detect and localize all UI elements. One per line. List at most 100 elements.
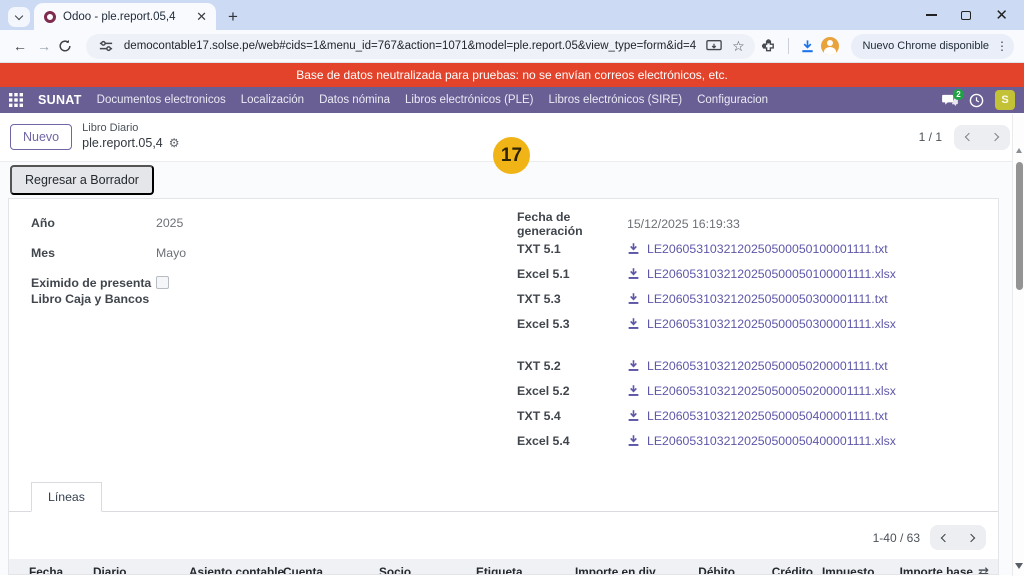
nav-item-documentos-electronicos[interactable]: Documentos electronicos [97,94,226,106]
file-download-link[interactable]: LE2060531032120250500050300001111.txt [627,292,888,306]
overlay-count-badge: 17 [493,137,530,174]
optional-columns-icon[interactable]: ⇄ [978,565,989,576]
form-view: Año 2025 Mes Mayo Eximido de presenta Li… [0,198,1024,575]
column-header-diario[interactable]: Diario [93,565,189,575]
generation-date-value: 15/12/2025 16:19:33 [627,216,740,232]
new-tab-button[interactable]: + [228,8,238,25]
browser-tab-strip: Odoo - ple.report.05,4 ✕ + ✕ [0,0,1024,30]
column-header-cuenta[interactable]: Cuenta [283,565,379,575]
field-year: Año 2025 [31,215,493,231]
back-icon[interactable]: ← [10,38,30,54]
chrome-update-button[interactable]: Nuevo Chrome disponible ⋮ [851,34,1014,59]
extensions-icon[interactable] [759,39,779,54]
activities-clock-icon[interactable] [969,93,984,108]
column-header-asiento[interactable]: Asiento contable [189,565,283,575]
window-close-icon[interactable]: ✕ [995,8,1008,23]
nav-item-localizacion[interactable]: Localización [241,94,304,106]
field-exempt-label: Eximido de presenta Libro Caja y Bancos [31,275,156,307]
column-header-fecha[interactable]: Fecha [29,565,93,575]
file-download-link[interactable]: LE2060531032120250500050100001111.xlsx [627,267,896,281]
site-settings-icon[interactable] [96,39,116,53]
nav-item-libros-ple[interactable]: Libros electrónicos (PLE) [405,94,533,106]
neutralized-db-banner: Base de datos neutralizada para pruebas:… [0,63,1024,87]
column-header-credito[interactable]: Crédito [735,565,813,575]
downloads-icon[interactable] [797,39,817,54]
profile-avatar[interactable] [821,37,839,55]
exempt-checkbox[interactable] [156,276,169,289]
window-minimize-icon[interactable] [926,14,937,16]
chevron-right-icon [991,133,999,141]
file-label: TXT 5.4 [517,409,627,423]
nav-item-configuracion[interactable]: Configuracion [697,94,768,106]
lines-pager-text: 1-40 / 63 [873,531,920,545]
column-header-debito[interactable]: Débito [655,565,735,575]
file-download-link[interactable]: LE2060531032120250500050200001111.txt [627,359,888,373]
nav-item-datos-nomina[interactable]: Datos nómina [319,94,390,106]
url-text[interactable]: democontable17.solse.pe/web#cids=1&menu_… [124,40,696,52]
field-month-label: Mes [31,245,156,261]
user-avatar[interactable]: S [995,90,1015,110]
scrollbar-down-icon[interactable] [1015,563,1023,569]
column-header-impuesto[interactable]: Impuesto [813,565,885,575]
file-row: TXT 5.3 LE206053103212025050005030000111… [517,290,998,307]
file-row: TXT 5.1 LE206053103212025050005010000111… [517,240,998,257]
file-download-link[interactable]: LE2060531032120250500050300001111.xlsx [627,317,896,331]
app-brand[interactable]: SUNAT [38,93,82,107]
browser-tab[interactable]: Odoo - ple.report.05,4 ✕ [34,3,216,30]
window-maximize-icon[interactable] [961,11,971,20]
chevron-right-icon [967,533,975,541]
url-bar[interactable]: democontable17.solse.pe/web#cids=1&menu_… [86,34,755,59]
apps-grid-icon[interactable] [9,93,23,107]
breadcrumb-record: ple.report.05,4 [82,136,163,152]
back-to-draft-button[interactable]: Regresar a Borrador [10,165,154,195]
browser-toolbar: ← → democontable17.solse.pe/web#cids=1&m… [0,30,1024,63]
field-month-value[interactable]: Mayo [156,245,186,261]
reload-icon[interactable] [58,39,78,53]
file-name: LE2060531032120250500050400001111.xlsx [647,434,896,448]
tab-search-button[interactable] [8,7,30,27]
field-month: Mes Mayo [31,245,493,261]
scrollbar-up-icon[interactable] [1016,148,1022,153]
field-generation-date: Fecha de generación 15/12/2025 16:19:33 [517,215,998,232]
lines-table-header: Fecha Diario Asiento contable Cuenta Soc… [9,559,998,575]
file-label: Excel 5.1 [517,267,627,281]
pager-next-button[interactable] [982,125,1010,150]
file-row: Excel 5.4 LE2060531032120250500050400001… [517,432,998,449]
file-name: LE2060531032120250500050200001111.txt [647,359,888,373]
file-download-link[interactable]: LE2060531032120250500050200001111.xlsx [627,384,896,398]
share-screen-icon[interactable] [704,39,724,53]
field-year-value[interactable]: 2025 [156,215,183,231]
file-download-link[interactable]: LE2060531032120250500050400001111.txt [627,409,888,423]
pager-previous-button[interactable] [954,125,982,150]
tab-title: Odoo - ple.report.05,4 [63,11,187,23]
tab-lineas[interactable]: Líneas [31,482,102,512]
lines-pager-previous-button[interactable] [930,525,958,550]
file-name: LE2060531032120250500050400001111.txt [647,409,888,423]
gear-icon[interactable]: ⚙ [169,136,180,151]
bookmark-star-icon[interactable]: ☆ [732,38,745,55]
generation-date-label: Fecha de generación [517,210,627,238]
browser-menu-icon[interactable]: ⋮ [996,39,1008,53]
vertical-scrollbar[interactable] [1012,114,1024,576]
file-label: Excel 5.3 [517,317,627,331]
column-header-importe-div[interactable]: Importe en div... [575,565,655,575]
odoo-nav-bar: SUNAT Documentos electronicos Localizaci… [0,87,1024,113]
file-label: TXT 5.1 [517,242,627,256]
messages-button[interactable]: 2 [942,94,958,107]
scrollbar-thumb[interactable] [1016,162,1023,290]
nav-right-icons: 2 S [942,90,1015,110]
new-record-button[interactable]: Nuevo [10,124,72,150]
column-header-socio[interactable]: Socio [379,565,476,575]
lines-pager-next-button[interactable] [958,525,986,550]
file-row: Excel 5.2 LE2060531032120250500050200001… [517,382,998,399]
column-header-importe-base[interactable]: Importe base [885,565,973,575]
file-download-link[interactable]: LE2060531032120250500050100001111.txt [627,242,888,256]
chrome-update-label: Nuevo Chrome disponible [862,40,989,52]
breadcrumb-parent[interactable]: Libro Diario [82,122,179,136]
forward-icon[interactable]: → [34,38,54,54]
file-download-link[interactable]: LE2060531032120250500050400001111.xlsx [627,434,896,448]
tab-close-icon[interactable]: ✕ [194,10,209,23]
column-header-etiqueta[interactable]: Etiqueta [476,565,575,575]
nav-item-libros-sire[interactable]: Libros electrónicos (SIRE) [549,94,683,106]
file-row: TXT 5.4 LE206053103212025050005040000111… [517,407,998,424]
